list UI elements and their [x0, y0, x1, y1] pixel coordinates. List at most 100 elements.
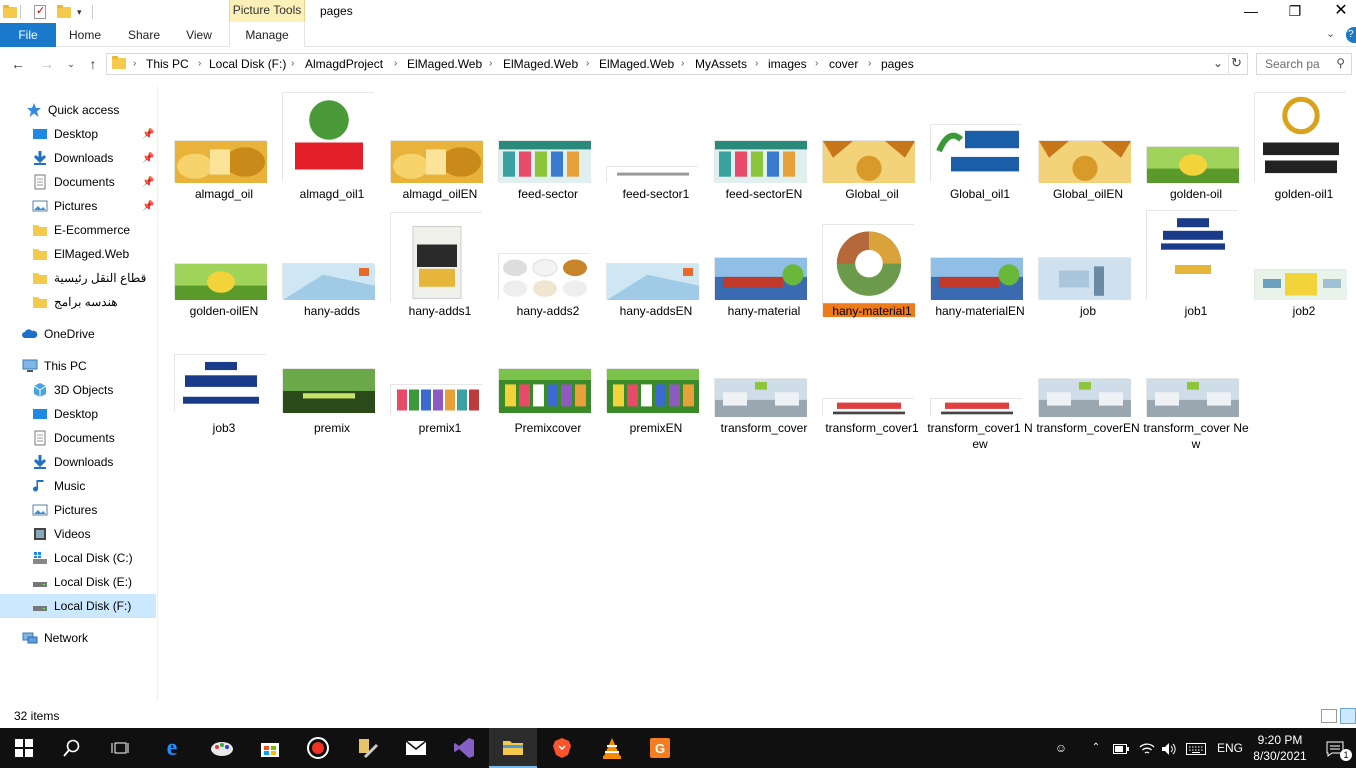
nav-pc-desktop[interactable]: Desktop: [0, 402, 156, 426]
pin-icon[interactable]: 📌: [142, 153, 154, 164]
file-item[interactable]: almagd_oil1: [278, 86, 386, 203]
file-item[interactable]: hany-addsEN: [602, 203, 710, 320]
customize-toolbar-icon[interactable]: ▾: [77, 4, 82, 20]
recent-locations-button[interactable]: ⌄: [62, 55, 80, 73]
paint-app[interactable]: [198, 728, 246, 768]
record-app[interactable]: [294, 728, 342, 768]
tab-manage[interactable]: Manage: [229, 23, 305, 47]
new-folder-icon[interactable]: [57, 4, 71, 20]
file-item[interactable]: almagd_oil: [170, 86, 278, 203]
wifi-icon[interactable]: [1136, 728, 1158, 768]
nav-pc-local-disk-c[interactable]: Local Disk (C:): [0, 546, 156, 570]
mail-app[interactable]: [392, 728, 440, 768]
crumb-local-disk-f[interactable]: Local Disk (F:): [209, 54, 286, 74]
nav-onedrive[interactable]: OneDrive: [0, 322, 156, 346]
file-item[interactable]: almagd_oilEN: [386, 86, 494, 203]
address-dropdown-icon[interactable]: ⌄: [1213, 56, 1223, 70]
file-item[interactable]: job1: [1142, 203, 1250, 320]
file-item[interactable]: job3: [170, 320, 278, 437]
file-item[interactable]: Global_oilEN: [1034, 86, 1142, 203]
crumb-images[interactable]: images: [768, 54, 807, 74]
store-app[interactable]: [246, 728, 294, 768]
large-icons-view-icon[interactable]: [1340, 708, 1356, 724]
help-icon[interactable]: ?: [1346, 27, 1356, 43]
nav-pc-local-disk-e[interactable]: Local Disk (E:): [0, 570, 156, 594]
up-button[interactable]: ↑: [84, 55, 102, 73]
address-bar[interactable]: › This PC › Local Disk (F:) › AlmagdProj…: [106, 53, 1248, 75]
file-item[interactable]: golden-oil: [1142, 86, 1250, 203]
file-item[interactable]: golden-oil1: [1250, 86, 1356, 203]
file-item[interactable]: Global_oil: [818, 86, 926, 203]
file-item[interactable]: premix1: [386, 320, 494, 437]
maximize-button[interactable]: ❐: [1272, 0, 1318, 22]
file-item[interactable]: golden-oilEN: [170, 203, 278, 320]
nav-quick-downloads[interactable]: Downloads 📌: [0, 146, 156, 170]
nav-pc-local-disk-f[interactable]: Local Disk (F:): [0, 594, 156, 618]
file-item[interactable]: job2: [1250, 203, 1356, 320]
file-item[interactable]: feed-sector1: [602, 86, 710, 203]
nav-quick-pictures[interactable]: Pictures 📌: [0, 194, 156, 218]
show-hidden-icons[interactable]: ⌃: [1086, 728, 1106, 768]
nav-pc-music[interactable]: Music: [0, 474, 156, 498]
nav-pc-videos[interactable]: Videos: [0, 522, 156, 546]
file-item[interactable]: Premixcover: [494, 320, 602, 437]
battery-icon[interactable]: [1110, 728, 1132, 768]
crumb-pages[interactable]: pages: [881, 54, 914, 74]
task-view-button[interactable]: [96, 728, 144, 768]
tab-view[interactable]: View: [176, 23, 222, 47]
crumb-elmaged-web-3[interactable]: ElMaged.Web: [599, 54, 674, 74]
crumb-elmaged-web-2[interactable]: ElMaged.Web: [503, 54, 578, 74]
pin-icon[interactable]: 📌: [142, 177, 154, 188]
close-button[interactable]: ✕: [1318, 0, 1356, 22]
start-button[interactable]: [0, 728, 48, 768]
search-button[interactable]: [48, 728, 96, 768]
keyboard-icon[interactable]: [1184, 728, 1208, 768]
pdf-app[interactable]: G: [636, 728, 684, 768]
file-item[interactable]: transform_coverEN: [1034, 320, 1142, 437]
tab-file[interactable]: File: [0, 23, 56, 47]
pin-icon[interactable]: 📌: [142, 201, 154, 212]
file-item[interactable]: transform_cover New: [1142, 320, 1250, 451]
search-input[interactable]: Search pa ⚲: [1256, 53, 1352, 75]
sql-tool-app[interactable]: [344, 728, 392, 768]
crumb-this-pc[interactable]: This PC: [146, 54, 189, 74]
tab-share[interactable]: Share: [118, 23, 170, 47]
file-item[interactable]: feed-sector: [494, 86, 602, 203]
file-item[interactable]: transform_cover: [710, 320, 818, 437]
file-item[interactable]: hany-adds: [278, 203, 386, 320]
file-item[interactable]: hany-adds2: [494, 203, 602, 320]
file-item[interactable]: hany-material: [710, 203, 818, 320]
nav-quick-transport[interactable]: قطاع النقل رئيسية: [0, 266, 156, 290]
tab-home[interactable]: Home: [60, 23, 110, 47]
file-item[interactable]: hany-materialEN: [926, 203, 1034, 320]
nav-pc-pictures[interactable]: Pictures: [0, 498, 156, 522]
brave-app[interactable]: [538, 728, 586, 768]
nav-quick-desktop[interactable]: Desktop 📌: [0, 122, 156, 146]
visual-studio-app[interactable]: [440, 728, 488, 768]
forward-button[interactable]: →: [38, 55, 56, 73]
file-item[interactable]: premixEN: [602, 320, 710, 437]
file-item[interactable]: hany-material1: [818, 203, 926, 320]
file-item[interactable]: Global_oil1: [926, 86, 1034, 203]
clock[interactable]: 9:20 PM 8/30/2021: [1248, 728, 1312, 768]
nav-quick-access[interactable]: Quick access: [0, 98, 156, 122]
nav-this-pc[interactable]: This PC: [0, 354, 156, 378]
minimize-button[interactable]: —: [1228, 0, 1274, 22]
volume-icon[interactable]: [1158, 728, 1180, 768]
back-button[interactable]: ←: [9, 55, 27, 73]
properties-icon[interactable]: [34, 4, 46, 20]
nav-quick-documents[interactable]: Documents 📌: [0, 170, 156, 194]
nav-quick-elmaged-web[interactable]: ElMaged.Web: [0, 242, 156, 266]
nav-pc-downloads[interactable]: Downloads: [0, 450, 156, 474]
nav-pc-3d-objects[interactable]: 3D Objects: [0, 378, 156, 402]
file-item[interactable]: feed-sectorEN: [710, 86, 818, 203]
file-explorer-app[interactable]: [489, 728, 537, 768]
pin-icon[interactable]: 📌: [142, 129, 154, 140]
nav-network[interactable]: Network: [0, 626, 156, 650]
crumb-cover[interactable]: cover: [829, 54, 858, 74]
file-item[interactable]: hany-adds1: [386, 203, 494, 320]
file-item[interactable]: job: [1034, 203, 1142, 320]
vlc-app[interactable]: [588, 728, 636, 768]
expand-ribbon-icon[interactable]: ⌄: [1326, 27, 1335, 40]
details-view-icon[interactable]: [1321, 709, 1337, 723]
